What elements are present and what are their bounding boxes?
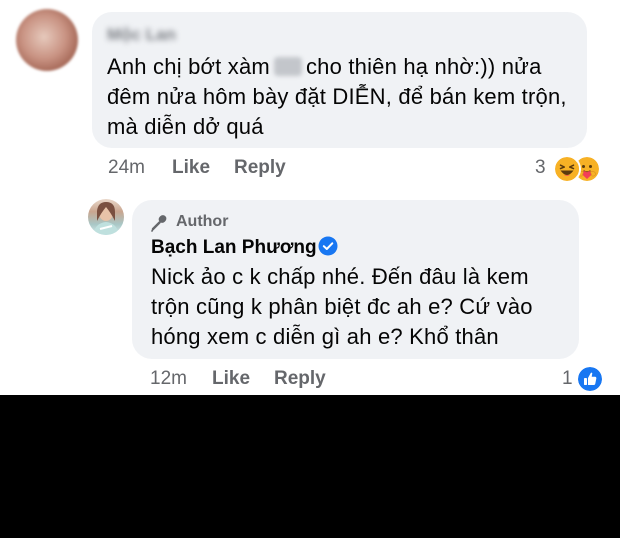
- reply-button[interactable]: Reply: [234, 157, 286, 179]
- reply-author-name[interactable]: Bạch Lan Phương: [151, 237, 317, 259]
- like-icon: [576, 365, 604, 393]
- author-photo: [93, 202, 119, 235]
- reaction-count: 1: [562, 368, 573, 389]
- verified-badge-icon: [318, 236, 338, 256]
- author-avatar[interactable]: [88, 199, 124, 235]
- comment-reactions[interactable]: 3: [531, 154, 611, 184]
- comment-bubble: Mộc Lan Anh chị bớt xàm cho thiên hạ nhờ:…: [92, 12, 587, 148]
- like-button[interactable]: Like: [172, 157, 210, 179]
- comment-text: Anh chị bớt xàm cho thiên hạ nhờ:)) nửa đ…: [107, 52, 577, 142]
- reply-button[interactable]: Reply: [274, 368, 326, 390]
- comment-thread: Mộc Lan Anh chị bớt xàm cho thiên hạ nhờ:…: [0, 0, 620, 395]
- reply-reactions[interactable]: 1: [560, 365, 610, 393]
- comment-actions: 24m Like Reply: [108, 157, 368, 181]
- commenter-avatar[interactable]: [16, 9, 78, 71]
- reply-text: Nick ảo c k chấp nhé. Đến đâu là kem trộ…: [151, 264, 533, 349]
- black-background: [0, 395, 620, 538]
- haha-icon: [553, 155, 581, 183]
- microphone-icon: [151, 215, 167, 232]
- reply-actions: 12m Like Reply: [150, 368, 410, 392]
- reaction-count: 3: [535, 157, 546, 178]
- like-button[interactable]: Like: [212, 368, 250, 390]
- author-badge-label: Author: [176, 213, 229, 230]
- reply-bubble: Author Bạch Lan Phương Nick ảo c k chấp …: [132, 200, 579, 359]
- commenter-name[interactable]: Mộc Lan: [107, 25, 176, 45]
- comment-text-start: Anh chị bớt xàm: [107, 54, 270, 79]
- comment-timestamp[interactable]: 24m: [108, 157, 145, 179]
- censored-word: [273, 57, 302, 76]
- reply-timestamp[interactable]: 12m: [150, 368, 187, 390]
